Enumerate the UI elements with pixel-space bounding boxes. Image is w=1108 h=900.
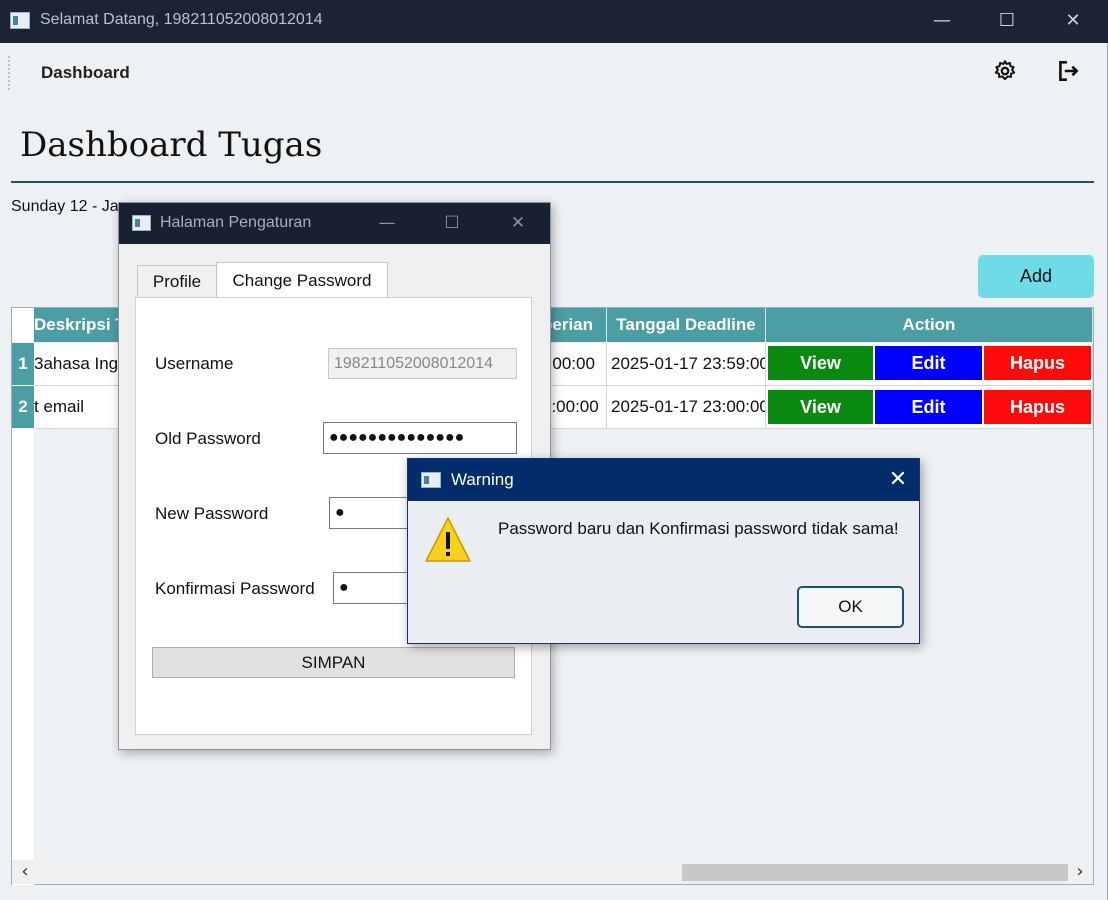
- close-button[interactable]: ✕: [500, 209, 536, 237]
- nav-dashboard[interactable]: Dashboard: [41, 63, 130, 83]
- username-label: Username: [155, 354, 234, 373]
- hapus-button[interactable]: Hapus: [984, 346, 1091, 380]
- horizontal-scrollbar[interactable]: ‹ ›: [12, 860, 1093, 884]
- hapus-button[interactable]: Hapus: [984, 390, 1091, 424]
- header-action: Action: [766, 308, 1093, 342]
- scroll-left-icon[interactable]: ‹: [16, 861, 34, 882]
- logout-icon[interactable]: [1055, 58, 1081, 84]
- add-button[interactable]: Add: [978, 255, 1094, 298]
- header-tanggal-pemberian[interactable]: berian: [542, 308, 607, 342]
- maximize-button[interactable]: ☐: [987, 6, 1027, 36]
- warning-message: Password baru dan Konfirmasi password ti…: [498, 519, 899, 538]
- toolbar-grip: [8, 56, 11, 90]
- current-date: Sunday 12 - Ja: [11, 198, 119, 215]
- table-cell-deadline[interactable]: 2025-01-17 23:59:00: [607, 343, 766, 386]
- tab-change-password[interactable]: Change Password: [216, 262, 388, 299]
- warning-icon: [424, 515, 472, 565]
- close-button[interactable]: ✕: [1053, 6, 1093, 36]
- table-cell-given[interactable]: ):00:00: [542, 343, 607, 386]
- minimize-button[interactable]: —: [922, 6, 962, 36]
- old-password-field[interactable]: ●●●●●●●●●●●●●●: [323, 422, 517, 454]
- save-button[interactable]: SIMPAN: [152, 647, 515, 678]
- scrollbar-thumb[interactable]: [682, 864, 1068, 881]
- header-tanggal-deadline[interactable]: Tanggal Deadline: [607, 308, 766, 342]
- view-button[interactable]: View: [768, 346, 873, 380]
- edit-button[interactable]: Edit: [875, 390, 982, 424]
- row-number[interactable]: 2: [12, 386, 34, 428]
- warning-titlebar: Warning ✕: [408, 459, 919, 501]
- minimize-button[interactable]: —: [369, 209, 405, 237]
- maximize-button[interactable]: ☐: [434, 209, 470, 237]
- close-button[interactable]: ✕: [878, 464, 918, 496]
- table-cell-deadline[interactable]: 2025-01-17 23:00:00: [607, 386, 766, 429]
- new-password-label: New Password: [155, 504, 269, 523]
- username-field: 198211052008012014: [328, 348, 517, 379]
- settings-title: Halaman Pengaturan: [160, 214, 312, 231]
- app-icon: [132, 215, 151, 231]
- title-divider: [11, 181, 1094, 183]
- gear-icon[interactable]: [992, 58, 1018, 84]
- old-password-label: Old Password: [155, 429, 261, 448]
- row-number[interactable]: 1: [12, 343, 34, 385]
- page-title: Dashboard Tugas: [20, 125, 323, 165]
- app-icon: [421, 472, 441, 488]
- ok-button[interactable]: OK: [797, 586, 904, 628]
- confirm-password-label: Konfirmasi Password: [155, 579, 315, 598]
- warning-dialog: Warning ✕ Password baru dan Konfirmasi p…: [407, 458, 920, 644]
- table-cell-given[interactable]: 3:00:00: [542, 386, 607, 429]
- window-title: Selamat Datang, 198211052008012014: [40, 11, 323, 28]
- settings-titlebar: Halaman Pengaturan — ☐ ✕: [119, 203, 550, 244]
- tab-profile[interactable]: Profile: [137, 265, 217, 298]
- warning-title: Warning: [451, 470, 514, 489]
- app-icon: [10, 12, 30, 29]
- table-corner: [12, 308, 34, 342]
- window-titlebar: Selamat Datang, 198211052008012014 — ☐ ✕: [0, 0, 1108, 43]
- scroll-right-icon[interactable]: ›: [1071, 861, 1089, 882]
- edit-button[interactable]: Edit: [875, 346, 982, 380]
- view-button[interactable]: View: [768, 390, 873, 424]
